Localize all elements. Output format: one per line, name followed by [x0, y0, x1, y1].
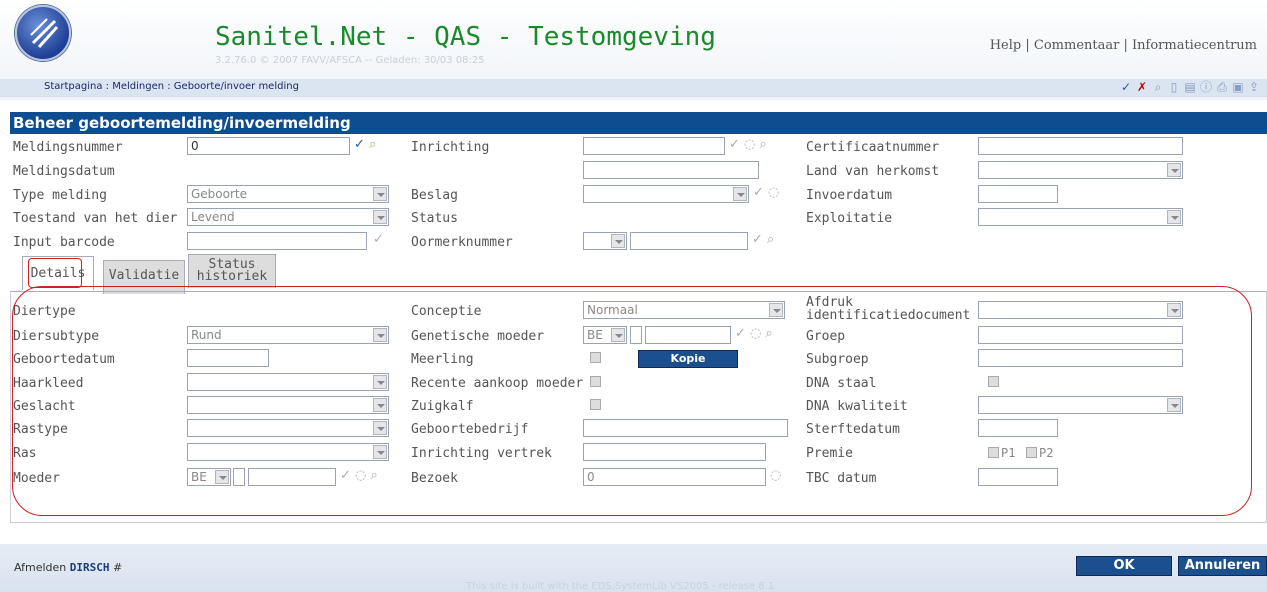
- inrichting-icons[interactable]: ✓ ◌ ⌕: [729, 137, 767, 153]
- beslag-label: Beslag: [411, 188, 458, 203]
- logout-area: Afmelden DIRSCH #: [14, 561, 122, 574]
- informatiecentrum-link[interactable]: Informatiecentrum: [1132, 38, 1257, 53]
- print-icon[interactable]: ⎙: [1215, 80, 1229, 94]
- land-herkomst-select[interactable]: [978, 161, 1183, 179]
- help-link[interactable]: Help: [990, 38, 1022, 53]
- oormerk-country-select[interactable]: [583, 232, 627, 250]
- search-icon[interactable]: ⌕: [1151, 80, 1165, 94]
- chevron-down-icon[interactable]: [1167, 163, 1181, 177]
- oormerknummer-input[interactable]: [630, 232, 748, 250]
- breadcrumb[interactable]: Startpagina : Meldingen : Geboorte/invoe…: [44, 81, 299, 92]
- status-label: Status: [411, 211, 458, 226]
- app-title: Sanitel.Net - QAS - Testomgeving: [215, 22, 716, 52]
- meldingsnummer-label: Meldingsnummer: [13, 140, 123, 155]
- beslag-select[interactable]: [583, 185, 749, 203]
- link-separator: |: [1025, 38, 1030, 53]
- certificaatnummer-input[interactable]: [978, 137, 1183, 155]
- oormerknummer-label: Oormerknummer: [411, 235, 513, 250]
- input-barcode-label: Input barcode: [13, 235, 115, 250]
- invoerdatum-label: Invoerdatum: [806, 188, 893, 203]
- link-separator: |: [1123, 38, 1128, 53]
- save-icon[interactable]: ▣: [1231, 80, 1245, 94]
- version-info: 3.2.76.0 © 2007 FAVV/AFSCA -- Geladen: 3…: [215, 55, 485, 66]
- type-melding-select[interactable]: Geboorte: [187, 185, 389, 203]
- footer-note: This site is built with the EDS.SystemLi…: [466, 581, 775, 592]
- chevron-down-icon[interactable]: [1167, 210, 1181, 224]
- certificaatnummer-label: Certificaatnummer: [806, 140, 940, 155]
- chevron-down-icon[interactable]: [373, 210, 387, 224]
- top-links: Help | Commentaar | Informatiecentrum: [990, 38, 1257, 53]
- hash-link[interactable]: #: [113, 561, 122, 574]
- oormerk-icons[interactable]: ✓ ⌕: [752, 232, 774, 248]
- page-title: Beheer geboortemelding/invoermelding: [10, 112, 1267, 134]
- search-icon[interactable]: ⌕: [369, 137, 376, 153]
- tab-status-line2: historiek: [196, 269, 268, 284]
- type-melding-label: Type melding: [13, 188, 107, 203]
- chevron-down-icon[interactable]: [373, 187, 387, 201]
- beslag-icons[interactable]: ✓ ◌: [753, 185, 779, 201]
- check-icon[interactable]: ✓: [1119, 80, 1133, 94]
- input-barcode-field[interactable]: [187, 232, 367, 250]
- meldingsdatum-label: Meldingsdatum: [13, 164, 115, 179]
- validate-check-icon[interactable]: ✓: [373, 232, 384, 248]
- document-icon[interactable]: ▯: [1167, 80, 1181, 94]
- exploitatie-label: Exploitatie: [806, 211, 893, 226]
- exploitatie-select[interactable]: [978, 208, 1183, 226]
- chevron-down-icon[interactable]: [733, 187, 747, 201]
- commentaar-link[interactable]: Commentaar: [1034, 38, 1119, 53]
- toestand-select[interactable]: Levend: [187, 208, 389, 226]
- sanitel-logo-icon: [15, 5, 71, 61]
- land-herkomst-label: Land van herkomst: [806, 164, 940, 179]
- details-highlight-annotation: [12, 286, 1252, 516]
- form-icon[interactable]: ▤: [1183, 80, 1197, 94]
- afmelden-link[interactable]: Afmelden: [14, 561, 66, 574]
- invoerdatum-input[interactable]: [978, 185, 1058, 203]
- ok-button[interactable]: OK: [1076, 556, 1172, 576]
- username: DIRSCH: [69, 561, 110, 574]
- meldingsdatum-input[interactable]: [583, 161, 759, 179]
- tab-status-historiek[interactable]: Status historiek: [188, 254, 276, 288]
- toestand-label: Toestand van het dier: [13, 211, 178, 226]
- toestand-value: Levend: [191, 210, 235, 224]
- annuleren-button[interactable]: Annuleren: [1178, 556, 1267, 576]
- chevron-down-icon[interactable]: [611, 234, 625, 248]
- toolbar-icons: ✓ ✗ ⌕ ▯ ▤ ⓘ ⎙ ▣ ⇪: [1119, 77, 1261, 97]
- inrichting-label: Inrichting: [411, 140, 490, 155]
- info-icon[interactable]: ⓘ: [1199, 80, 1213, 94]
- inrichting-input[interactable]: [583, 137, 725, 155]
- validate-check-icon[interactable]: ✓: [354, 137, 365, 153]
- meldingsnummer-input[interactable]: 0: [187, 137, 350, 155]
- export-icon[interactable]: ⇪: [1247, 80, 1261, 94]
- cross-icon[interactable]: ✗: [1135, 80, 1149, 94]
- type-melding-value: Geboorte: [191, 187, 248, 201]
- tab-highlight-annotation: [28, 258, 82, 288]
